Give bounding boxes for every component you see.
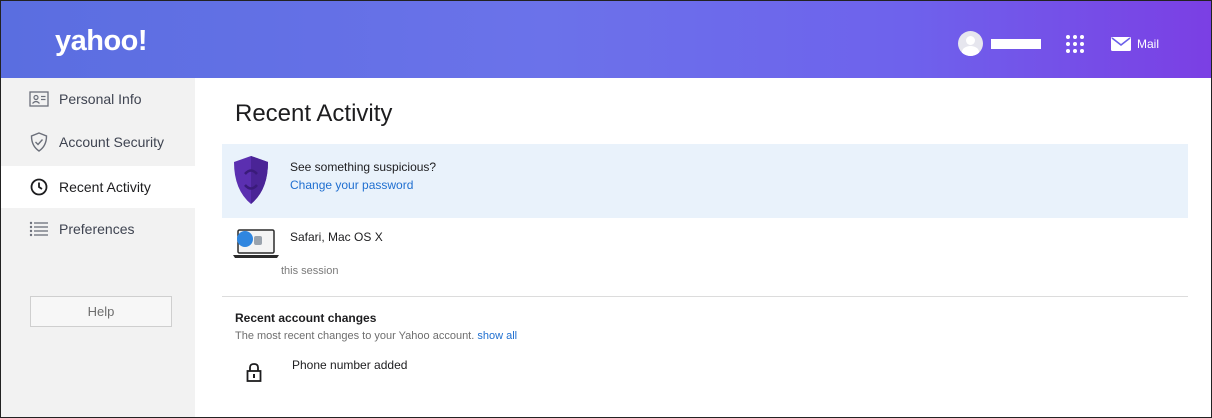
user-name-redacted[interactable] <box>991 39 1041 49</box>
suspicious-activity-alert: See something suspicious? Change your pa… <box>222 144 1188 218</box>
page-title: Recent Activity <box>235 100 393 127</box>
list-icon <box>29 219 49 239</box>
sidebar-item-label: Recent Activity <box>59 179 151 195</box>
help-button[interactable]: Help <box>30 296 172 327</box>
sidebar-item-account-security[interactable]: Account Security <box>1 121 195 163</box>
recent-changes-description: The most recent changes to your Yahoo ac… <box>235 330 475 342</box>
top-header: yahoo! Mail <box>1 1 1211 78</box>
sidebar-item-personal-info[interactable]: Personal Info <box>1 78 195 120</box>
apps-grid-icon[interactable] <box>1065 34 1085 54</box>
alert-title: See something suspicious? <box>290 160 437 174</box>
yahoo-logo[interactable]: yahoo! <box>55 25 148 58</box>
sidebar-item-label: Personal Info <box>59 91 142 107</box>
mail-icon[interactable] <box>1111 37 1131 51</box>
change-password-link[interactable]: Change your password <box>290 178 413 192</box>
section-divider <box>222 296 1188 297</box>
shield-icon <box>234 156 268 204</box>
shield-check-icon <box>29 132 49 152</box>
sidebar-item-label: Account Security <box>59 134 165 150</box>
sidebar: Personal Info Account Security Recent Ac… <box>1 78 195 417</box>
recent-changes-title: Recent account changes <box>235 311 377 325</box>
sidebar-item-recent-activity[interactable]: Recent Activity <box>1 166 195 208</box>
mail-link[interactable]: Mail <box>1137 37 1159 51</box>
session-note: this session <box>281 265 339 277</box>
lock-icon <box>246 363 262 382</box>
clock-icon <box>29 177 49 197</box>
recent-changes-subtitle: The most recent changes to your Yahoo ac… <box>235 330 517 342</box>
sidebar-item-preferences[interactable]: Preferences <box>1 208 195 250</box>
user-avatar[interactable] <box>958 31 983 56</box>
sidebar-item-label: Preferences <box>59 221 135 237</box>
page-frame: yahoo! Mail Personal Info Account Securi… <box>0 0 1212 418</box>
session-device: Safari, Mac OS X <box>290 230 383 244</box>
laptop-safari-icon <box>233 229 279 258</box>
change-item: Phone number added <box>292 358 408 372</box>
show-all-link[interactable]: show all <box>477 330 517 342</box>
id-card-icon <box>29 89 49 109</box>
